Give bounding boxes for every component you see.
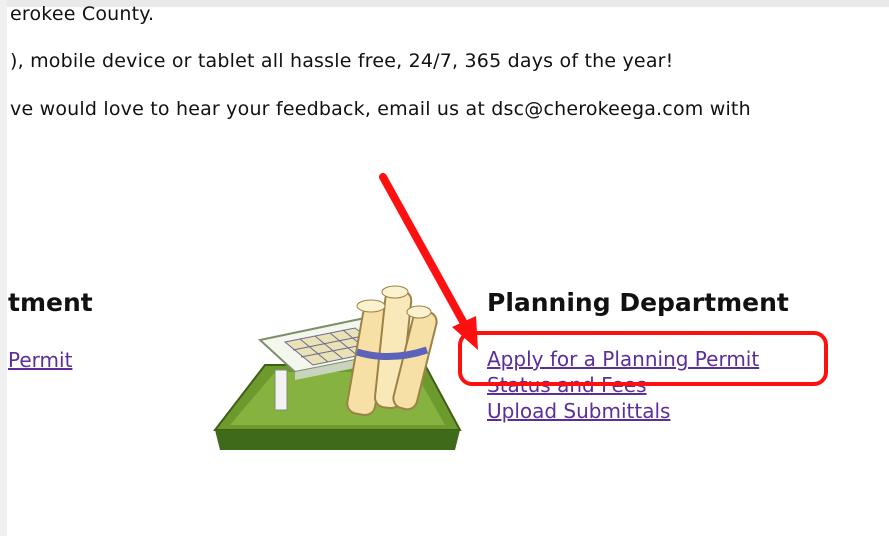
left-department-heading: tment [8, 288, 93, 317]
blueprint-scrolls-icon [212, 285, 462, 450]
planning-department-heading: Planning Department [487, 288, 789, 317]
upload-submittals-link[interactable]: Upload Submittals [487, 399, 670, 423]
intro-line-2: ), mobile device or tablet all hassle fr… [10, 50, 674, 72]
intro-line-1: erokee County. [10, 3, 155, 25]
left-permit-link[interactable]: Permit [8, 348, 72, 372]
planning-illustration [205, 280, 470, 460]
left-edge [0, 0, 7, 536]
highlight-box [458, 331, 828, 386]
intro-line-3: ve would love to hear your feedback, ema… [10, 98, 751, 120]
